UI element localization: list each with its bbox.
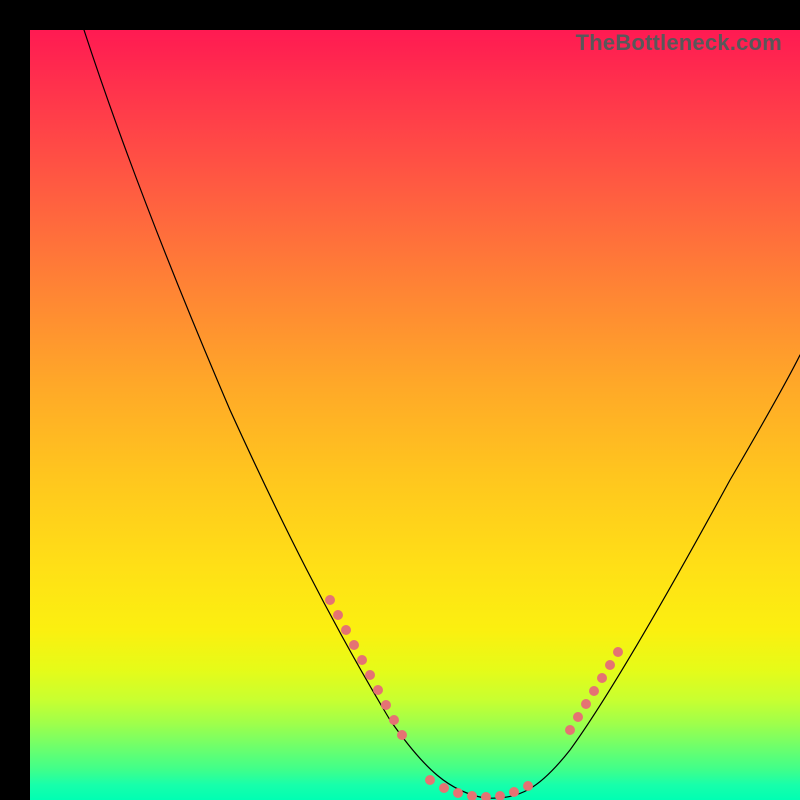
watermark-text: TheBottleneck.com — [576, 30, 782, 56]
highlight-dots — [325, 595, 623, 800]
bottleneck-curve — [30, 30, 800, 800]
plot-area: TheBottleneck.com — [30, 30, 800, 800]
curve-path — [84, 30, 800, 798]
chart-frame: TheBottleneck.com — [15, 15, 785, 785]
